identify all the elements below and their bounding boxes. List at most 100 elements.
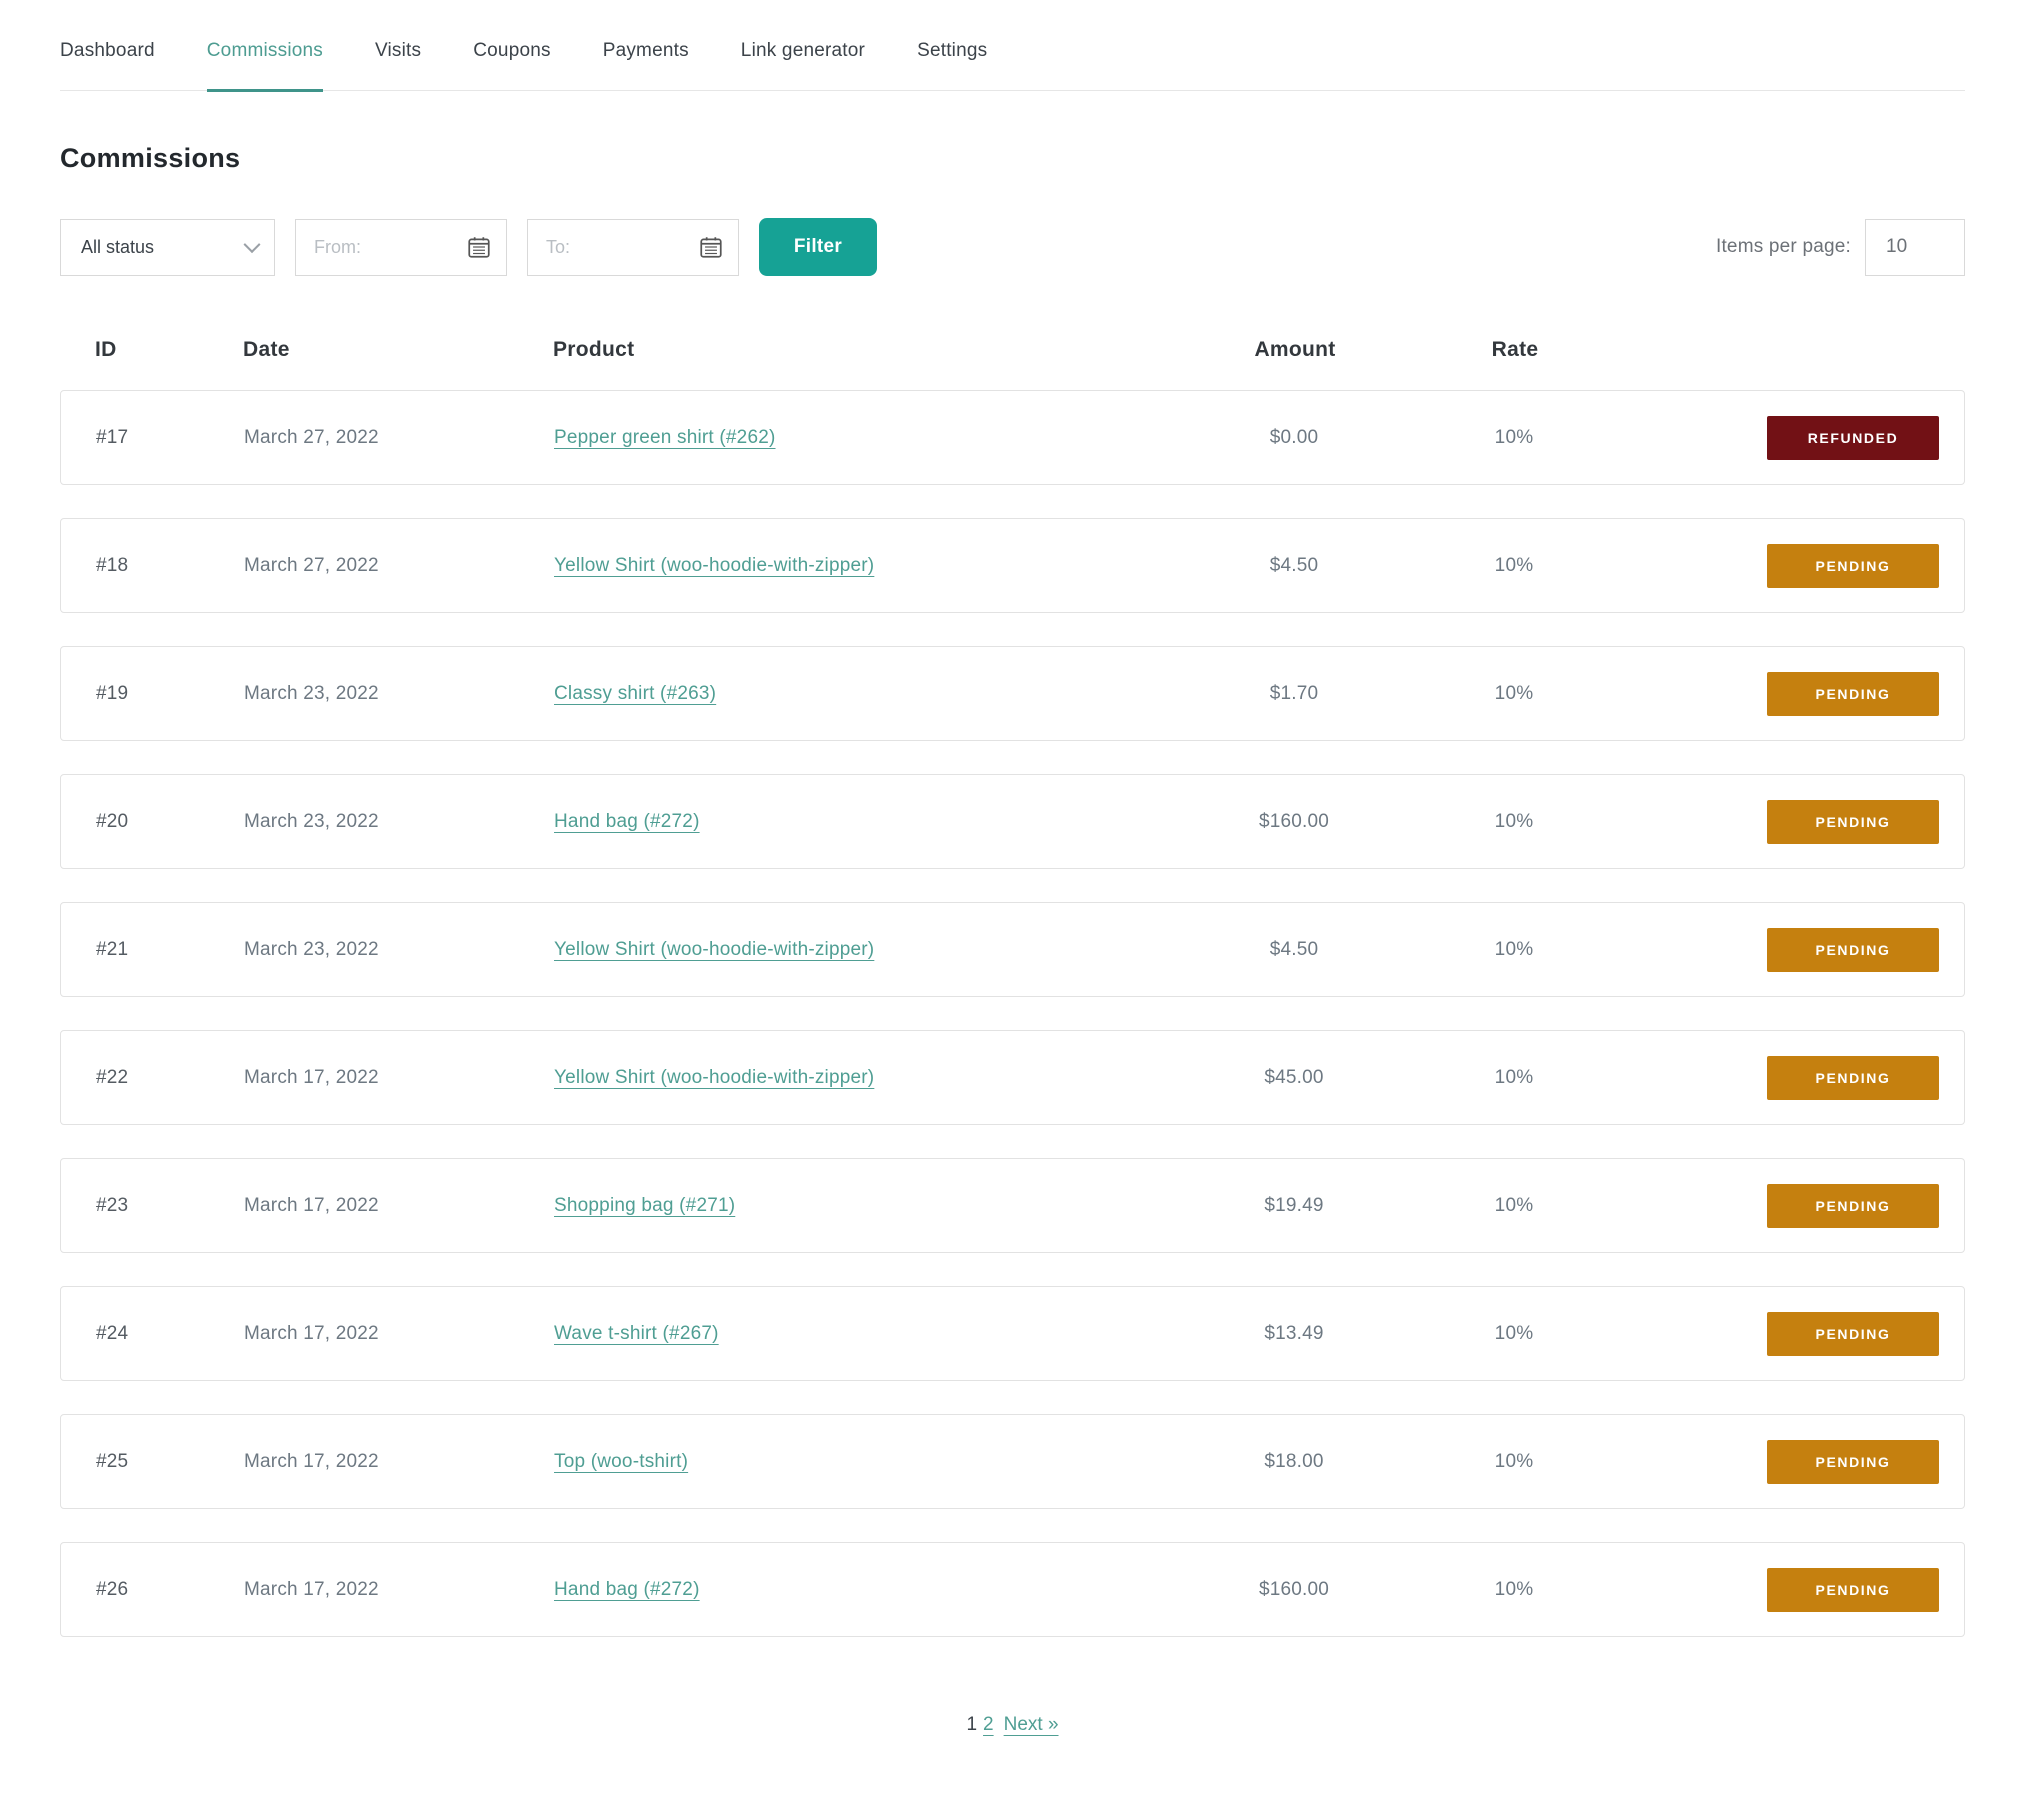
commission-rate: 10% <box>1494 810 1534 832</box>
table-row: #25 March 17, 2022 Top (woo-tshirt) $18.… <box>60 1414 1965 1509</box>
filter-row: All status From: To: Filter Items per pa… <box>60 218 1965 276</box>
nav-tab-visits[interactable]: Visits <box>375 40 421 92</box>
commission-rate: 10% <box>1494 426 1534 448</box>
tabs-nav: Dashboard Commissions Visits Coupons Pay… <box>60 0 1965 92</box>
commission-rate: 10% <box>1494 554 1534 576</box>
commission-rate: 10% <box>1494 1322 1534 1344</box>
product-link[interactable]: Yellow Shirt (woo-hoodie-with-zipper) <box>554 939 874 960</box>
items-per-page: Items per page: <box>1716 218 1965 276</box>
commission-id: #24 <box>96 1322 129 1344</box>
commission-date: March 17, 2022 <box>244 1322 379 1344</box>
product-link[interactable]: Top (woo-tshirt) <box>554 1451 688 1472</box>
date-from-wrap <box>295 218 507 276</box>
commission-id: #17 <box>96 426 129 448</box>
table-row: #23 March 17, 2022 Shopping bag (#271) $… <box>60 1158 1965 1253</box>
status-badge: PENDING <box>1767 927 1939 972</box>
commission-amount: $160.00 <box>1258 810 1330 832</box>
nav-tab-dashboard[interactable]: Dashboard <box>60 40 155 92</box>
nav-tab-settings[interactable]: Settings <box>917 40 987 92</box>
product-link[interactable]: Classy shirt (#263) <box>554 683 716 704</box>
calendar-icon <box>468 237 490 258</box>
commission-rate: 10% <box>1494 1194 1534 1216</box>
commission-rate: 10% <box>1494 1578 1534 1600</box>
product-link[interactable]: Yellow Shirt (woo-hoodie-with-zipper) <box>554 1067 874 1088</box>
commission-amount: $18.00 <box>1264 1450 1324 1472</box>
commission-id: #23 <box>96 1194 129 1216</box>
nav-tab-coupons[interactable]: Coupons <box>473 40 550 92</box>
status-badge: REFUNDED <box>1767 415 1939 460</box>
commission-date: March 17, 2022 <box>244 1194 379 1216</box>
commissions-table: #17 March 27, 2022 Pepper green shirt (#… <box>60 390 1965 1670</box>
status-badge: PENDING <box>1767 1183 1939 1228</box>
commission-date: March 23, 2022 <box>244 810 379 832</box>
items-per-page-input[interactable] <box>1865 218 1965 276</box>
commission-date: March 27, 2022 <box>244 554 379 576</box>
product-link[interactable]: Yellow Shirt (woo-hoodie-with-zipper) <box>554 555 874 576</box>
nav-tab-link-generator[interactable]: Link generator <box>741 40 865 92</box>
page-title: Commissions <box>60 143 241 173</box>
nav-tab-commissions[interactable]: Commissions <box>206 40 323 92</box>
commission-amount: $13.49 <box>1264 1322 1324 1344</box>
commission-id: #19 <box>96 682 129 704</box>
status-badge: PENDING <box>1767 799 1939 844</box>
commission-amount: $19.49 <box>1264 1194 1324 1216</box>
commission-id: #22 <box>96 1066 129 1088</box>
status-select-value: All status <box>81 236 155 257</box>
table-row: #24 March 17, 2022 Wave t-shirt (#267) $… <box>60 1286 1965 1381</box>
status-badge: PENDING <box>1767 671 1939 716</box>
header-amount: Amount <box>1254 338 1336 361</box>
commission-rate: 10% <box>1494 682 1534 704</box>
commission-date: March 17, 2022 <box>244 1578 379 1600</box>
commission-date: March 23, 2022 <box>244 682 379 704</box>
pagination: 1 2 Next » <box>60 1714 1965 1736</box>
status-badge: PENDING <box>1767 1055 1939 1100</box>
product-link[interactable]: Wave t-shirt (#267) <box>554 1323 719 1344</box>
pagination-current-page: 1 <box>966 1714 978 1735</box>
commission-date: March 17, 2022 <box>244 1450 379 1472</box>
table-row: #22 March 17, 2022 Yellow Shirt (woo-hoo… <box>60 1030 1965 1125</box>
table-row: #20 March 23, 2022 Hand bag (#272) $160.… <box>60 774 1965 869</box>
commission-id: #20 <box>96 810 129 832</box>
commission-date: March 27, 2022 <box>244 426 379 448</box>
chevron-down-icon <box>243 236 261 254</box>
product-link[interactable]: Shopping bag (#271) <box>554 1195 735 1216</box>
status-badge: PENDING <box>1767 543 1939 588</box>
filter-button[interactable]: Filter <box>759 218 877 276</box>
pagination-next-link[interactable]: Next » <box>1004 1714 1059 1735</box>
commission-amount: $45.00 <box>1264 1066 1324 1088</box>
commission-rate: 10% <box>1494 1450 1534 1472</box>
header-rate: Rate <box>1491 338 1539 361</box>
product-link[interactable]: Hand bag (#272) <box>554 811 700 832</box>
table-row: #21 March 23, 2022 Yellow Shirt (woo-hoo… <box>60 902 1965 997</box>
commission-amount: $4.50 <box>1269 938 1319 960</box>
status-select[interactable]: All status <box>60 218 275 276</box>
commission-amount: $1.70 <box>1269 682 1319 704</box>
commission-rate: 10% <box>1494 1066 1534 1088</box>
date-to-wrap <box>527 218 739 276</box>
commission-amount: $160.00 <box>1258 1578 1330 1600</box>
commission-date: March 17, 2022 <box>244 1066 379 1088</box>
product-link[interactable]: Hand bag (#272) <box>554 1579 700 1600</box>
product-link[interactable]: Pepper green shirt (#262) <box>554 427 776 448</box>
header-id: ID <box>95 338 117 361</box>
commission-amount: $0.00 <box>1269 426 1319 448</box>
table-row: #19 March 23, 2022 Classy shirt (#263) $… <box>60 646 1965 741</box>
commission-id: #21 <box>96 938 129 960</box>
table-header: ID Date Product Amount Rate <box>60 338 1965 362</box>
table-row: #17 March 27, 2022 Pepper green shirt (#… <box>60 390 1965 485</box>
calendar-icon <box>700 237 722 258</box>
status-badge: PENDING <box>1767 1567 1939 1612</box>
commission-id: #25 <box>96 1450 129 1472</box>
table-row: #26 March 17, 2022 Hand bag (#272) $160.… <box>60 1542 1965 1637</box>
status-badge: PENDING <box>1767 1311 1939 1356</box>
commission-date: March 23, 2022 <box>244 938 379 960</box>
commission-id: #18 <box>96 554 129 576</box>
pagination-page-2-link[interactable]: 2 <box>983 1714 994 1735</box>
commission-amount: $4.50 <box>1269 554 1319 576</box>
commission-rate: 10% <box>1494 938 1534 960</box>
nav-tab-payments[interactable]: Payments <box>603 40 689 92</box>
header-date: Date <box>243 338 290 361</box>
header-product: Product <box>553 338 635 361</box>
status-badge: PENDING <box>1767 1439 1939 1484</box>
commission-id: #26 <box>96 1578 129 1600</box>
